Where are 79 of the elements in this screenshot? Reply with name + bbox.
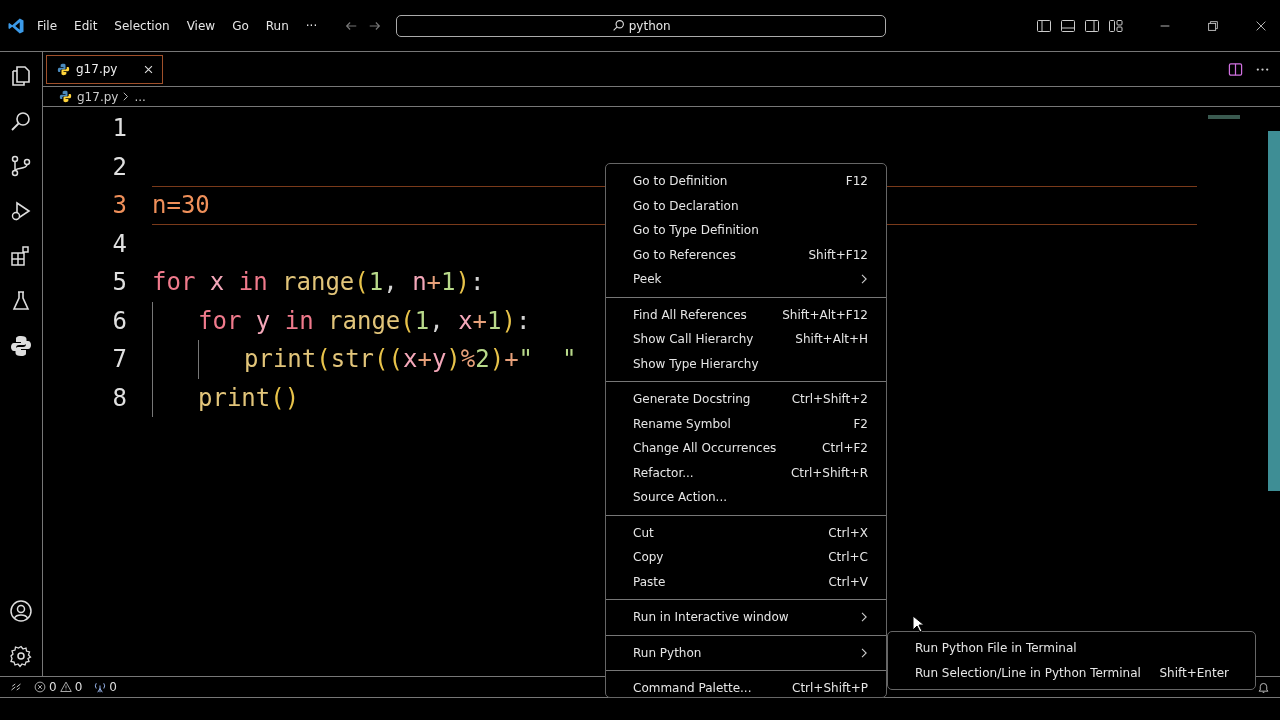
code-line: for y in range(1, x+1): — [198, 306, 531, 335]
code-line: print() — [198, 383, 300, 412]
menu-item[interactable]: Cut Ctrl+X — [606, 520, 886, 545]
toggle-panel-icon[interactable] — [1060, 17, 1076, 34]
code-line: print(str((x+y)%2)+" " — [244, 345, 577, 374]
menu-item[interactable]: Edit — [74, 18, 98, 33]
settings-icon[interactable] — [9, 644, 33, 668]
line-number: 8 — [111, 383, 127, 412]
minimap — [1208, 115, 1240, 119]
account-icon[interactable] — [9, 599, 33, 623]
error-count: 0 — [49, 680, 57, 694]
line-number: 1 — [111, 114, 127, 143]
chevron-right-icon — [861, 274, 868, 285]
scrollbar[interactable] — [1268, 131, 1280, 491]
ports-status[interactable]: 0 — [94, 680, 117, 694]
menu-item[interactable]: Copy Ctrl+C — [606, 545, 886, 570]
menu-item[interactable]: Rename Symbol F2 — [606, 411, 886, 436]
toggle-secondary-sidebar-icon[interactable] — [1084, 17, 1100, 34]
menu-item[interactable]: Find All References Shift+Alt+F12 — [606, 302, 886, 327]
warning-count: 0 — [74, 680, 83, 694]
bell-icon[interactable] — [1257, 680, 1270, 694]
menu-item[interactable]: Go to Declaration — [606, 193, 886, 218]
antenna-icon — [94, 681, 107, 693]
chevron-right-icon — [123, 92, 130, 101]
chevron-right-icon — [861, 647, 868, 658]
menu-item[interactable]: ··· — [305, 18, 318, 33]
line-number: 5 — [111, 268, 127, 297]
search-icon — [611, 19, 625, 32]
error-icon — [34, 681, 46, 693]
menu-item[interactable]: Peek — [606, 267, 886, 292]
code-line: for x in range(1, n+1): — [152, 268, 485, 297]
chevron-right-icon — [861, 612, 868, 623]
menu-item[interactable]: View — [186, 18, 216, 33]
menu-item[interactable]: File — [37, 18, 58, 33]
menu-item[interactable]: Run — [265, 18, 289, 33]
menu-item[interactable]: Source Action... — [606, 485, 886, 510]
line-number: 4 — [111, 229, 127, 258]
menu-item[interactable]: Run Python File in Terminal — [888, 636, 1255, 661]
restore-icon[interactable] — [1206, 18, 1220, 33]
menu-item[interactable]: Refactor... Ctrl+Shift+R — [606, 460, 886, 485]
explorer-icon[interactable] — [9, 64, 33, 88]
menu-item[interactable]: Run in Interactive window — [606, 605, 886, 630]
search-field[interactable]: python — [396, 14, 887, 37]
warning-icon — [59, 681, 72, 693]
layout-icon[interactable] — [1108, 17, 1124, 34]
menu-item[interactable]: Show Type Hierarchy — [606, 351, 886, 376]
menu-item[interactable]: Run Selection/Line in Python Terminal Shift+Enter — [888, 660, 1255, 685]
close-tab-icon[interactable] — [143, 63, 155, 75]
ports-count: 0 — [109, 680, 117, 694]
search-icon[interactable] — [9, 109, 33, 133]
source-control-icon[interactable] — [9, 154, 33, 178]
line-number: 6 — [111, 306, 127, 335]
menu-item[interactable]: Run Python — [606, 640, 886, 665]
menu-item[interactable]: Command Palette... Ctrl+Shift+P — [606, 676, 886, 701]
run-debug-icon[interactable] — [9, 199, 33, 223]
toggle-sidebar-icon[interactable] — [1036, 17, 1052, 34]
vscode-logo-icon — [7, 16, 25, 35]
menu-item[interactable]: Go to Definition F12 — [606, 169, 886, 194]
menu-item[interactable]: Go — [232, 18, 249, 33]
line-number: 3 — [111, 191, 127, 220]
menu-item[interactable]: Generate Docstring Ctrl+Shift+2 — [606, 387, 886, 412]
code-line: n=30 — [152, 191, 210, 220]
menu-item[interactable]: Go to References Shift+F12 — [606, 242, 886, 267]
editor-tab[interactable]: g17.py — [46, 54, 164, 84]
problems-status[interactable]: 0 0 — [34, 680, 83, 694]
breadcrumb-item[interactable]: ... — [134, 89, 146, 104]
line-number: 2 — [111, 152, 127, 181]
python-file-icon — [59, 90, 72, 103]
menu-item[interactable]: Selection — [114, 18, 170, 33]
remote-icon[interactable] — [10, 681, 22, 693]
split-editor-icon[interactable] — [1228, 61, 1243, 77]
breadcrumb-item[interactable]: g17.py — [77, 89, 119, 104]
menu-item[interactable]: Go to Type Definition — [606, 218, 886, 243]
python-file-icon — [57, 62, 70, 76]
menu-item[interactable]: Show Call Hierarchy Shift+Alt+H — [606, 327, 886, 352]
line-number: 7 — [111, 345, 127, 374]
menu-item[interactable]: Paste Ctrl+V — [606, 569, 886, 594]
python-icon[interactable] — [9, 334, 33, 358]
menu-item[interactable]: Change All Occurrences Ctrl+F2 — [606, 436, 886, 461]
